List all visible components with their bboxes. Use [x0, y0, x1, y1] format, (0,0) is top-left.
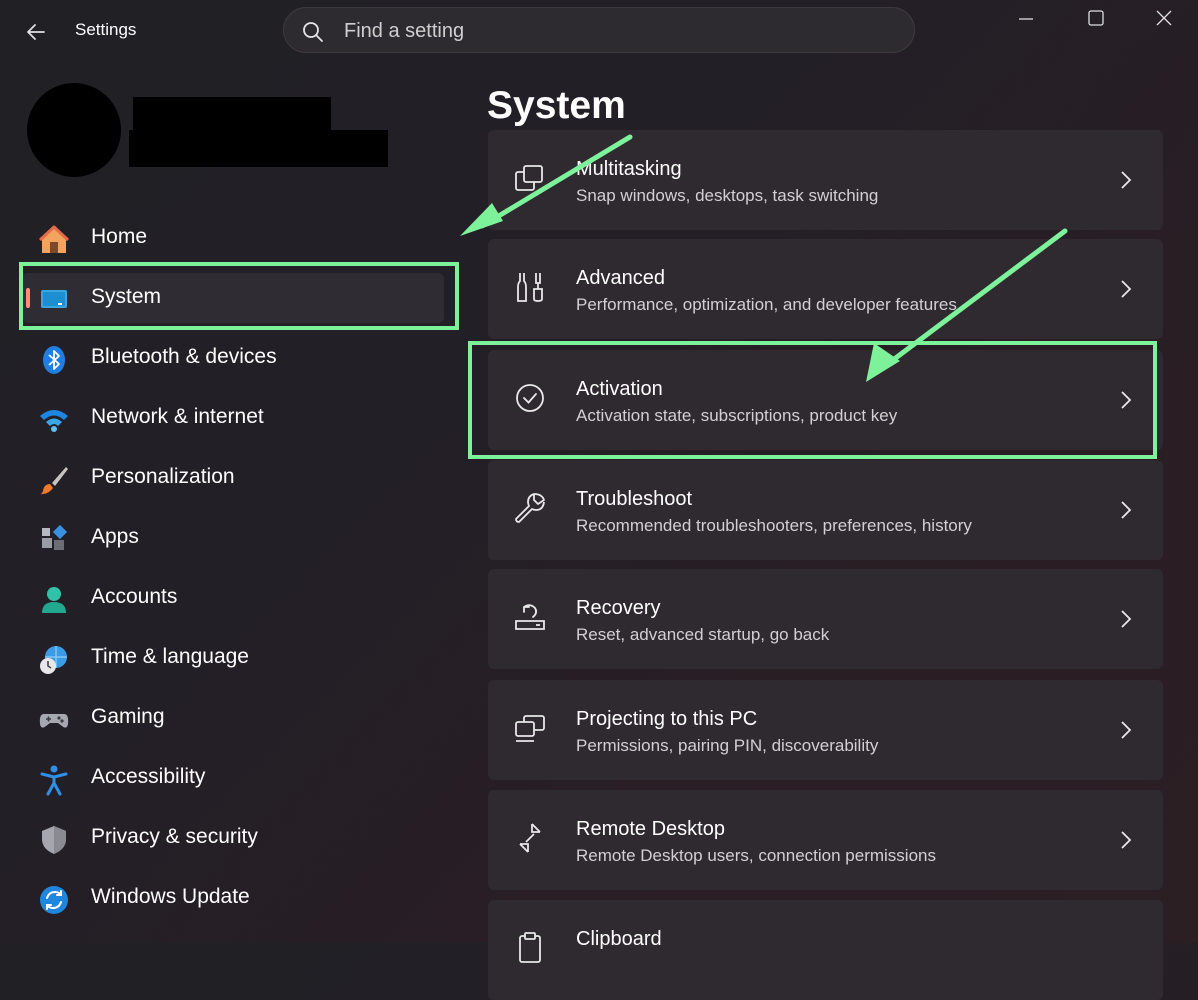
arrow-to-activation: [866, 228, 1068, 382]
arrow-to-system: [460, 134, 633, 236]
annotation-arrows: [460, 134, 1068, 382]
